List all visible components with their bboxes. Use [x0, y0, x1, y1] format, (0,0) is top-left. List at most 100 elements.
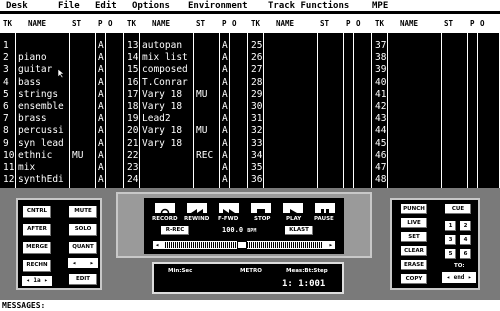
track-name[interactable]: Vary 18 [142, 89, 182, 100]
track-row[interactable]: 37 [372, 40, 500, 51]
set-button[interactable]: SET [400, 231, 428, 243]
track-name[interactable]: Lead2 [142, 113, 171, 124]
track-row[interactable]: 10 ethnic MU A [0, 150, 124, 161]
track-row[interactable]: 6 ensemble A [0, 101, 124, 112]
rechn-button[interactable]: RECHN [22, 259, 52, 273]
live-button[interactable]: LIVE [400, 217, 428, 229]
chevron-right-icon[interactable]: ▸ [329, 241, 333, 249]
track-name[interactable]: autopan [142, 40, 182, 51]
track-row[interactable]: 23 A [124, 162, 248, 173]
track-row[interactable]: 42 [372, 101, 500, 112]
header-tk[interactable]: TK [3, 14, 12, 33]
track-row[interactable]: 25 [248, 40, 372, 51]
track-row[interactable]: 5 strings A [0, 89, 124, 100]
quant-button[interactable]: QUANT [68, 241, 98, 255]
track-row[interactable]: 12 synthEdi A [0, 174, 124, 185]
track-row[interactable]: 11 mix A [0, 162, 124, 173]
menu-desk[interactable]: Desk [6, 0, 28, 12]
fast-forward-button[interactable] [218, 202, 240, 217]
menu-file[interactable]: File [58, 0, 80, 12]
track-row[interactable]: 33 [248, 138, 372, 149]
header-p[interactable]: P [98, 14, 103, 33]
track-row[interactable]: 48 [372, 174, 500, 185]
track-row[interactable]: 29 [248, 89, 372, 100]
track-row[interactable]: 41 [372, 89, 500, 100]
chevron-right-icon[interactable]: ▸ [44, 277, 48, 284]
header-p[interactable]: P [470, 14, 475, 33]
track-row[interactable]: 2 piano A [0, 52, 124, 63]
header-o[interactable]: O [108, 14, 113, 33]
tempo-slider[interactable]: ◂ ▸ [152, 240, 336, 250]
header-name[interactable]: NAME [276, 14, 294, 33]
record-button[interactable] [154, 202, 176, 218]
edit-button[interactable]: EDIT [68, 273, 98, 286]
track-row[interactable]: 7 brass A [0, 113, 124, 124]
header-name[interactable]: NAME [400, 14, 418, 33]
cue-3-button[interactable]: 3 [444, 234, 457, 246]
track-row[interactable]: 26 [248, 52, 372, 63]
header-p[interactable]: P [222, 14, 227, 33]
menu-options[interactable]: Options [132, 0, 170, 12]
header-o[interactable]: O [232, 14, 237, 33]
chevron-left-icon[interactable]: ◂ [26, 277, 30, 284]
slider-thumb[interactable] [237, 241, 247, 249]
track-row[interactable]: 47 [372, 162, 500, 173]
cue-2-button[interactable]: 2 [459, 220, 472, 232]
cue-1-button[interactable]: 1 [444, 220, 457, 232]
chevron-left-icon[interactable]: ◂ [155, 241, 159, 249]
track-row[interactable]: 8 percussi A [0, 125, 124, 136]
chevron-right-icon[interactable]: ▸ [90, 258, 94, 268]
track-row[interactable]: 44 [372, 125, 500, 136]
header-o[interactable]: O [356, 14, 361, 33]
track-row[interactable]: 22 REC A [124, 150, 248, 161]
track-row[interactable]: 35 [248, 162, 372, 173]
track-row[interactable]: 38 [372, 52, 500, 63]
header-st[interactable]: ST [320, 14, 329, 33]
cntrl-button[interactable]: CNTRL [22, 205, 52, 219]
track-row[interactable]: 15 composed A [124, 64, 248, 75]
track-name[interactable]: composed [142, 64, 188, 75]
track-name[interactable]: ensemble [18, 101, 64, 112]
header-name[interactable]: NAME [152, 14, 170, 33]
track-name[interactable]: syn lead [18, 138, 64, 149]
track-row[interactable]: 28 [248, 77, 372, 88]
track-name[interactable]: bass [18, 77, 41, 88]
track-name[interactable]: Vary 18 [142, 138, 182, 149]
track-name[interactable]: percussi [18, 125, 64, 136]
header-o[interactable]: O [480, 14, 485, 33]
cue-button[interactable]: CUE [444, 203, 472, 215]
track-name[interactable]: Vary 18 [142, 101, 182, 112]
track-row[interactable]: 36 [248, 174, 372, 185]
chevron-left-icon[interactable]: ◂ [446, 274, 450, 281]
pause-button[interactable] [314, 202, 336, 217]
header-tk[interactable]: TK [127, 14, 136, 33]
track-name[interactable]: mix list [142, 52, 188, 63]
track-row[interactable]: 16 T.Conrar A [124, 77, 248, 88]
after-button[interactable]: AFTER [22, 223, 52, 237]
track-row[interactable]: 13 autopan A [124, 40, 248, 51]
track-name[interactable]: guitar [18, 64, 52, 75]
track-row[interactable]: 1A [0, 40, 124, 51]
header-st[interactable]: ST [196, 14, 205, 33]
menu-environment[interactable]: Environment [188, 0, 248, 12]
header-name[interactable]: NAME [28, 14, 46, 33]
track-row[interactable]: 24 A [124, 174, 248, 185]
header-st[interactable]: ST [444, 14, 453, 33]
track-name[interactable]: Vary 18 [142, 125, 182, 136]
cue-5-button[interactable]: 5 [444, 248, 457, 260]
track-row[interactable]: 46 [372, 150, 500, 161]
klast-button[interactable]: KLAST [284, 225, 314, 236]
track-name[interactable]: synthEdi [18, 174, 64, 185]
punch-button[interactable]: PUNCH [400, 203, 428, 215]
header-tk[interactable]: TK [251, 14, 260, 33]
r-rec-button[interactable]: R-REC [160, 225, 190, 236]
track-row[interactable]: 31 [248, 113, 372, 124]
clear-button[interactable]: CLEAR [400, 245, 428, 257]
channel-selector[interactable]: ◂ 1a ▸ [22, 276, 52, 286]
menu-mpe[interactable]: MPE [372, 0, 388, 12]
track-row[interactable]: 34 [248, 150, 372, 161]
track-row[interactable]: 9 syn lead A [0, 138, 124, 149]
chevron-left-icon[interactable]: ◂ [72, 258, 76, 268]
track-row[interactable]: 39 [372, 64, 500, 75]
menu-edit[interactable]: Edit [95, 0, 117, 12]
